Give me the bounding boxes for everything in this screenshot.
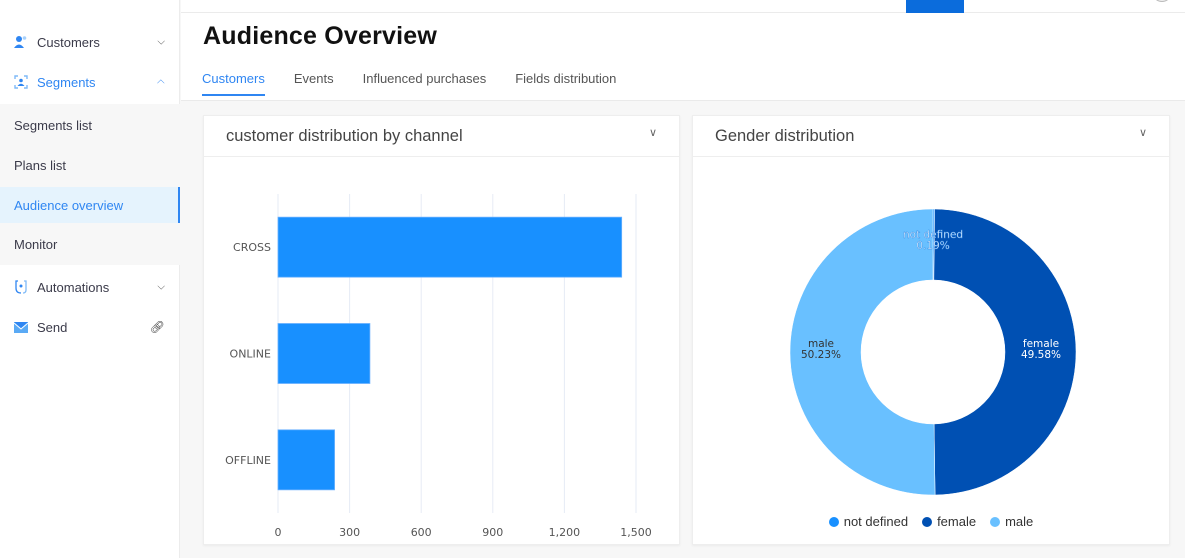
x-tick-label: 1,200 (549, 526, 581, 539)
donut-chart: not defined0.19%female49.58%male50.23% (789, 208, 1077, 496)
subitem-label: Audience overview (14, 197, 124, 213)
page-title: Audience Overview (203, 22, 438, 50)
sidebar-subitem-audience-overview[interactable]: Audience overview (0, 187, 180, 223)
x-tick-label: 300 (339, 526, 360, 539)
card-title: Gender distribution (715, 127, 855, 145)
sidebar-item-label: Send (37, 319, 68, 335)
chevron-down-icon[interactable]: ⌵ (157, 282, 165, 293)
top-bar (181, 0, 1185, 13)
chevron-down-icon[interactable]: ⌵ (157, 37, 165, 48)
tab-influenced-purchases[interactable]: Influenced purchases (363, 71, 487, 96)
channel-distribution-card: customer distribution by channel ∨ 0 300 6… (203, 115, 680, 545)
sidebar-item-segments[interactable]: Segments ⌵ (0, 62, 180, 102)
user-group-icon (13, 35, 28, 50)
legend-dot (922, 516, 933, 527)
card-title: customer distribution by channel (226, 127, 463, 145)
card-header: Gender distribution ∨ (693, 116, 1169, 157)
y-category-label: ONLINE (230, 348, 271, 361)
y-category-label: OFFLINE (225, 454, 271, 467)
chevron-down-icon[interactable]: ∨ (1139, 126, 1147, 139)
bar-offline (277, 429, 335, 491)
x-tick-label: 0 (275, 526, 282, 539)
bar-online (277, 323, 371, 384)
sidebar-subitem-segments-list[interactable]: Segments list (0, 106, 180, 144)
sidebar-item-automations[interactable]: Automations ⌵ (0, 267, 180, 307)
gender-distribution-card: Gender distribution ∨ not defined 0.19% fe… (692, 115, 1170, 545)
legend-item-male[interactable]: male (990, 514, 1033, 529)
legend-label: not defined (843, 514, 909, 529)
tab-customers[interactable]: Customers (202, 71, 265, 96)
x-tick-label: 600 (411, 526, 432, 539)
subitem-label: Plans list (14, 157, 67, 173)
legend-label: male (1005, 514, 1034, 529)
chart-legend: not defined female male (693, 514, 1169, 529)
chevron-down-icon[interactable]: ∨ (649, 126, 657, 139)
sidebar-item-send[interactable]: Send 🔗︎ (0, 307, 180, 347)
legend-dot (990, 516, 1001, 527)
tab-fields-distribution[interactable]: Fields distribution (515, 71, 616, 96)
tab-bar: Customers Events Influenced purchases Fi… (202, 71, 645, 96)
legend-item-not-defined[interactable]: not defined (828, 514, 909, 529)
sidebar-item-label: Customers (37, 34, 100, 50)
slice-value-label: 50.23% (801, 349, 841, 361)
sidebar-item-customers[interactable]: Customers ⌵ (0, 22, 180, 62)
sidebar-item-label: Segments (37, 74, 96, 90)
x-tick-label: 1,500 (620, 526, 652, 539)
legend-dot (828, 516, 839, 527)
subitem-label: Monitor (14, 236, 58, 252)
x-tick-label: 900 (482, 526, 503, 539)
sidebar: Customers ⌵ Segments ⌵ Segments list Pla… (0, 0, 180, 558)
envelope-icon (13, 320, 28, 335)
y-category-label: CROSS (233, 241, 271, 254)
app: Customers ⌵ Segments ⌵ Segments list Pla… (0, 0, 1185, 558)
bar-chart: 0 300 600 900 1,200 1,500 CROSS ONLINE OFFLINE (225, 194, 652, 539)
top-nav-active-indicator[interactable] (906, 0, 964, 13)
page-header: Audience Overview Customers Events Influ… (181, 13, 1185, 101)
tab-events[interactable]: Events (294, 71, 334, 96)
link-icon[interactable]: 🔗︎ (150, 320, 165, 334)
slice-value-label: 0.19% (916, 240, 949, 252)
chevron-up-icon[interactable]: ⌵ (157, 77, 165, 88)
automation-icon (13, 280, 28, 295)
sidebar-item-label: Automations (37, 279, 110, 295)
subitem-label: Segments list (14, 117, 93, 133)
segment-icon (13, 75, 28, 90)
bar-cross (277, 216, 623, 278)
segments-submenu: Segments list Plans list Audience overvi… (0, 104, 180, 265)
legend-item-female[interactable]: female (922, 514, 976, 529)
sidebar-subitem-monitor[interactable]: Monitor (0, 225, 180, 263)
card-header: customer distribution by channel ∨ (204, 116, 679, 157)
sidebar-subitem-plans-list[interactable]: Plans list (0, 146, 180, 184)
legend-label: female (937, 514, 977, 529)
slice-value-label: 49.58% (1021, 349, 1061, 361)
